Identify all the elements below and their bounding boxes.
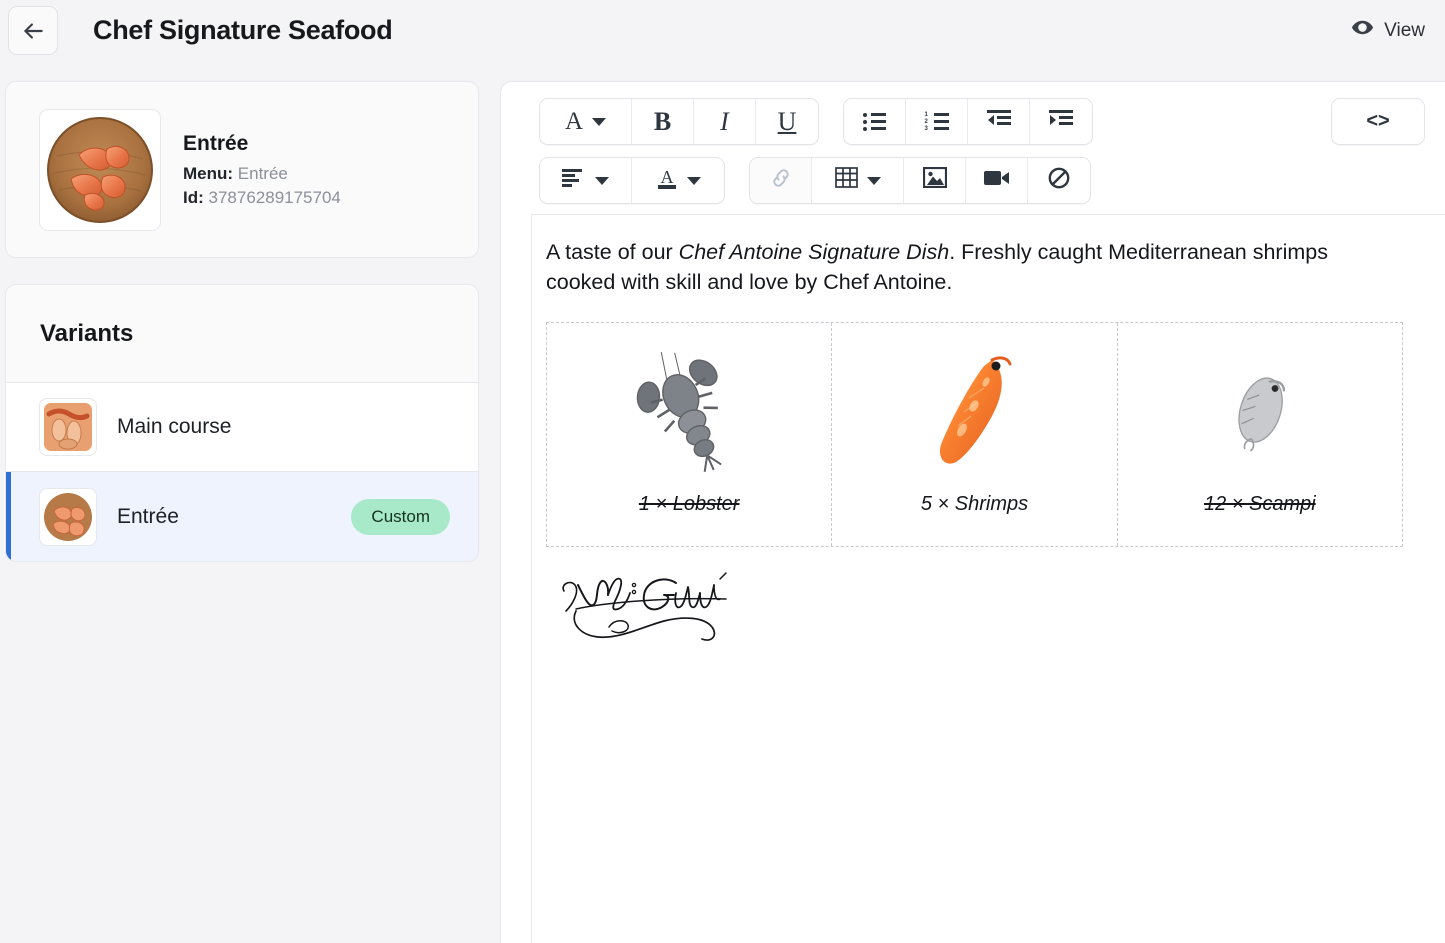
paragraph-emphasis: Chef Antoine Signature Dish xyxy=(678,240,950,264)
numbered-list-button[interactable]: 1 2 3 xyxy=(906,99,968,144)
insert-image-button[interactable] xyxy=(904,158,966,203)
variant-row-entree[interactable]: Entrée Custom xyxy=(6,472,478,561)
table-cell-lobster[interactable]: 1 × Lobster xyxy=(547,322,833,546)
item-thumbnail xyxy=(39,108,161,231)
chevron-down-icon xyxy=(592,117,607,126)
toolbar-group-paragraph: A xyxy=(539,157,725,204)
variants-title: Variants xyxy=(6,285,478,383)
page-title: Chef Signature Seafood xyxy=(93,15,393,45)
view-button[interactable]: View xyxy=(1351,16,1429,45)
insert-video-button[interactable] xyxy=(966,158,1028,203)
cell-label: 5 × Shrimps xyxy=(920,492,1029,515)
toolbar-group-code: <> xyxy=(1331,98,1425,145)
status-badge: Custom xyxy=(351,498,450,535)
ingredients-table: 1 × Lobster 5 × Shrimps 12 × Scampi xyxy=(546,321,1403,547)
code-view-button[interactable]: <> xyxy=(1332,99,1424,144)
rich-text-editor: A B I U 1 2 3 <> A A taste of our Chef A… xyxy=(500,81,1445,943)
editor-content-area[interactable]: A taste of our Chef Antoine Signature Di… xyxy=(531,214,1445,943)
item-id-line: Id: 37876289175704 xyxy=(183,186,341,210)
variant-label: Entrée xyxy=(117,504,179,528)
outdent-button[interactable] xyxy=(968,99,1030,144)
eye-icon xyxy=(1351,16,1374,45)
font-color-button[interactable]: A xyxy=(632,158,724,203)
italic-button[interactable]: I xyxy=(694,99,756,144)
lobster-image xyxy=(547,331,831,493)
variant-row-main-course[interactable]: Main course xyxy=(6,383,478,472)
description-paragraph: A taste of our Chef Antoine Signature Di… xyxy=(546,237,1391,298)
item-menu-label: Menu: xyxy=(183,163,234,183)
link-button[interactable] xyxy=(750,158,812,203)
font-family-button[interactable]: A xyxy=(540,99,632,144)
paragraph-text-before: A taste of our xyxy=(546,240,679,264)
item-id-label: Id: xyxy=(183,187,204,207)
chevron-down-icon xyxy=(595,176,609,185)
bullet-list-button[interactable] xyxy=(844,99,906,144)
clear-formatting-button[interactable] xyxy=(1028,158,1090,203)
prohibition-icon xyxy=(1047,166,1071,196)
sidebar: Entrée Menu: Entrée Id: 37876289175704 V… xyxy=(0,61,500,562)
cell-label: 12 × Scampi xyxy=(1203,492,1316,515)
signature-image xyxy=(554,569,1415,654)
variant-thumbnail xyxy=(39,487,97,546)
bold-button[interactable]: B xyxy=(632,99,694,144)
video-camera-icon xyxy=(983,169,1010,193)
numbered-list-icon: 1 2 3 xyxy=(925,112,949,132)
toolbar-group-insert xyxy=(749,157,1091,204)
table-cell-shrimps[interactable]: 5 × Shrimps xyxy=(832,322,1118,546)
item-name: Entrée xyxy=(183,131,249,155)
indent-button[interactable] xyxy=(1030,99,1092,144)
table-cell-scampi[interactable]: 12 × Scampi xyxy=(1118,323,1402,546)
item-menu-value: Entrée xyxy=(237,163,288,183)
item-info-card: Entrée Menu: Entrée Id: 37876289175704 xyxy=(5,81,479,258)
page-body: Entrée Menu: Entrée Id: 37876289175704 V… xyxy=(0,61,1445,943)
chevron-down-icon xyxy=(686,176,701,185)
variant-thumbnail xyxy=(39,398,97,456)
arrow-left-icon xyxy=(20,18,46,44)
variant-label: Main course xyxy=(117,415,232,438)
table-icon xyxy=(834,167,858,194)
font-letter-icon: A xyxy=(564,107,584,135)
toolbar-group-text-style: A B I U xyxy=(539,98,819,145)
item-id-value: 37876289175704 xyxy=(208,187,341,207)
scampi-image xyxy=(1118,331,1402,493)
image-icon xyxy=(922,166,947,194)
indent-icon xyxy=(1049,109,1073,135)
align-button[interactable] xyxy=(540,158,632,203)
view-button-label: View xyxy=(1384,19,1425,41)
back-button[interactable] xyxy=(8,6,58,55)
chevron-down-icon xyxy=(866,176,881,185)
item-info-text: Entrée Menu: Entrée Id: 37876289175704 xyxy=(183,129,341,210)
toolbar-group-lists: 1 2 3 xyxy=(843,98,1093,145)
table-button[interactable] xyxy=(812,158,904,203)
bullet-list-icon xyxy=(863,112,886,131)
app-header: Chef Signature Seafood View xyxy=(0,0,1445,61)
link-icon xyxy=(769,166,793,196)
shrimp-image xyxy=(832,331,1116,493)
toolbar-row-2: A xyxy=(539,157,1425,204)
font-color-icon: A xyxy=(656,166,678,196)
editor-toolbar: A B I U 1 2 3 <> A xyxy=(501,82,1445,214)
align-left-icon xyxy=(562,168,586,193)
toolbar-row-1: A B I U 1 2 3 <> xyxy=(539,98,1425,145)
variants-card: Variants Main course Entrée Custom xyxy=(5,284,479,562)
underline-button[interactable]: U xyxy=(756,99,818,144)
item-menu-line: Menu: Entrée xyxy=(183,162,341,186)
svg-text:A: A xyxy=(660,167,673,187)
cell-label: 1 × Lobster xyxy=(638,492,740,515)
outdent-icon xyxy=(986,109,1011,135)
